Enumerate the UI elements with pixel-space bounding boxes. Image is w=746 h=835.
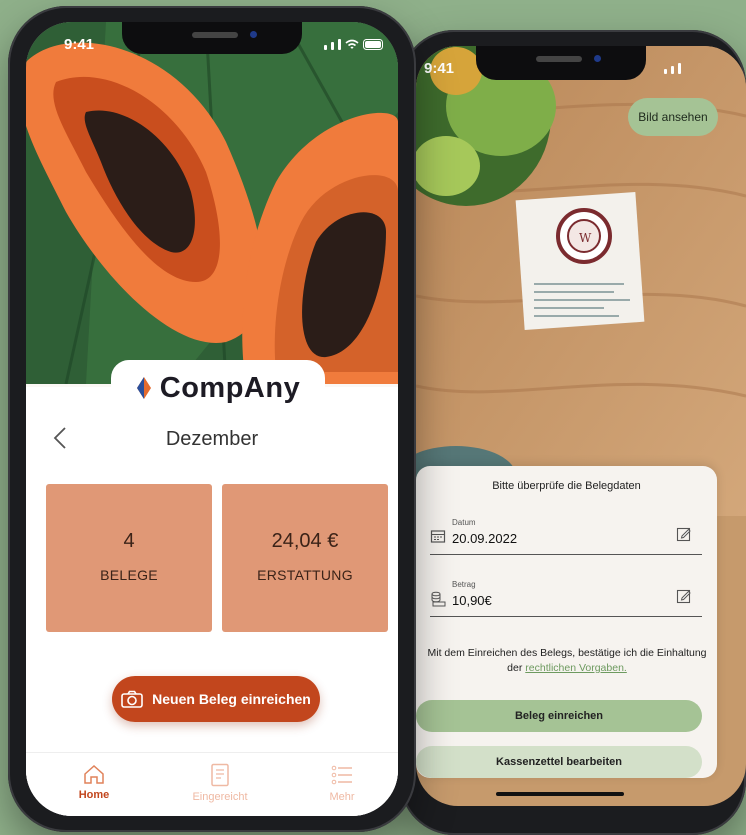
month-title: Dezember	[165, 428, 259, 450]
list-icon	[331, 765, 352, 785]
camera-icon	[121, 690, 143, 708]
refund-total-card[interactable]: 24,04 € ERSTATTUNG	[222, 484, 388, 632]
document-icon	[211, 763, 229, 787]
date-label: Datum	[452, 518, 476, 527]
status-icons	[324, 39, 385, 50]
amount-value: 10,90€	[452, 593, 492, 608]
submit-receipt-button[interactable]: Beleg einreichen	[416, 700, 702, 732]
status-time: 9:41	[64, 36, 95, 53]
tab-submitted[interactable]: Eingereicht	[170, 763, 270, 803]
logo-diamond-icon	[136, 377, 151, 399]
wifi-icon	[345, 39, 359, 49]
status-icons	[664, 63, 681, 74]
coins-icon	[431, 591, 446, 607]
refund-total-label: ERSTATTUNG	[257, 567, 353, 583]
notch	[476, 46, 646, 80]
review-sheet: Bitte überprüfe die Belegdaten Datum 20.…	[416, 466, 717, 778]
receipt-review-screen: W 9:41 Bild ansehen Bitte überprüfe die …	[416, 46, 746, 806]
phone-left: 9:41 CompAny Dezember 4 BELEGE 24,04 € E…	[8, 6, 416, 832]
date-field[interactable]: Datum 20.09.2022	[430, 514, 702, 555]
phone-right: W 9:41 Bild ansehen Bitte überprüfe die …	[400, 30, 746, 835]
consent-text: Mit dem Einreichen des Belegs, bestätige…	[427, 647, 707, 674]
view-image-button[interactable]: Bild ansehen	[628, 98, 718, 136]
tab-more[interactable]: Mehr	[292, 763, 392, 803]
svg-text:W: W	[579, 231, 592, 245]
calendar-icon	[430, 530, 446, 543]
legal-link[interactable]: rechtlichen Vorgaben.	[525, 662, 627, 674]
receipts-count-value: 4	[123, 530, 135, 552]
bottom-tab-bar: Home Eingereicht Mehr	[26, 752, 398, 816]
home-icon	[84, 764, 104, 784]
receipts-count-card[interactable]: 4 BELEGE	[46, 484, 212, 632]
tab-home[interactable]: Home	[44, 763, 144, 801]
edit-icon[interactable]	[676, 526, 692, 542]
receipts-count-label: BELEGE	[100, 567, 158, 583]
edit-receipt-button[interactable]: Kassenzettel bearbeiten	[416, 746, 702, 778]
status-time: 9:41	[424, 60, 455, 77]
notch	[122, 22, 302, 54]
refund-total-value: 24,04 €	[271, 530, 339, 552]
hero-papaya-image	[26, 22, 398, 384]
cta-label: Neuen Beleg einreichen	[152, 691, 311, 707]
home-indicator	[496, 792, 624, 796]
edit-icon[interactable]	[676, 588, 692, 604]
battery-icon	[363, 39, 383, 50]
sheet-title: Bitte überprüfe die Belegdaten	[492, 480, 641, 492]
amount-field[interactable]: Betrag 10,90€	[430, 576, 702, 617]
brand-logo: CompAny	[111, 360, 325, 416]
home-screen: 9:41 CompAny Dezember 4 BELEGE 24,04 € E…	[26, 22, 398, 816]
amount-label: Betrag	[452, 580, 476, 589]
brand-name: CompAny	[159, 371, 301, 404]
date-value: 20.09.2022	[452, 531, 518, 546]
submit-new-receipt-button[interactable]: Neuen Beleg einreichen	[112, 676, 320, 722]
